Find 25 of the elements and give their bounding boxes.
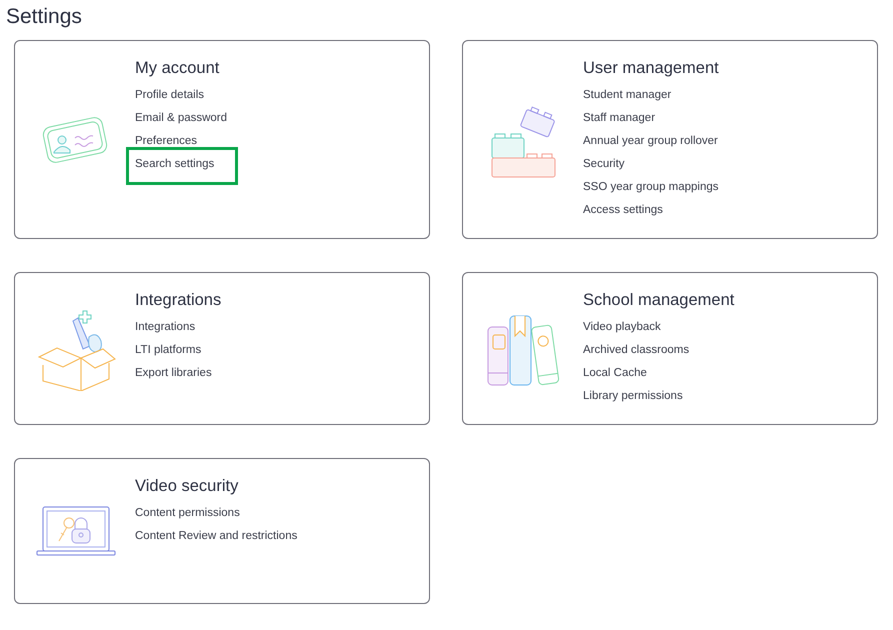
settings-link[interactable]: Access settings — [583, 204, 663, 216]
settings-link[interactable]: Library permissions — [583, 390, 683, 402]
settings-link[interactable]: Security — [583, 158, 625, 170]
settings-link[interactable]: Integrations — [135, 321, 196, 333]
card-title: School management — [583, 290, 734, 310]
settings-link[interactable]: Archived classrooms — [583, 344, 690, 356]
settings-link[interactable]: LTI platforms — [135, 344, 202, 356]
settings-link[interactable]: Local Cache — [583, 367, 647, 379]
card-title: Video security — [135, 476, 240, 496]
settings-link[interactable]: Video playback — [583, 321, 661, 333]
settings-link[interactable]: Staff manager — [583, 112, 656, 124]
card-title: Integrations — [135, 290, 222, 310]
settings-link[interactable]: Profile details — [135, 89, 204, 101]
settings-link[interactable]: SSO year group mappings — [583, 181, 719, 193]
settings-link[interactable]: Export libraries — [135, 367, 212, 379]
settings-link[interactable]: Annual year group rollover — [583, 135, 718, 147]
card-title: User management — [583, 58, 719, 78]
card-title: My account — [135, 58, 220, 78]
settings-link[interactable]: Content permissions — [135, 507, 240, 519]
settings-link[interactable]: Student manager — [583, 89, 672, 101]
settings-link[interactable]: Search settings — [135, 158, 214, 170]
page-title: Settings — [6, 4, 83, 30]
settings-link[interactable]: Email & password — [135, 112, 228, 124]
settings-link[interactable]: Preferences — [135, 135, 198, 147]
settings-link[interactable]: Content Review and restrictions — [135, 530, 298, 542]
